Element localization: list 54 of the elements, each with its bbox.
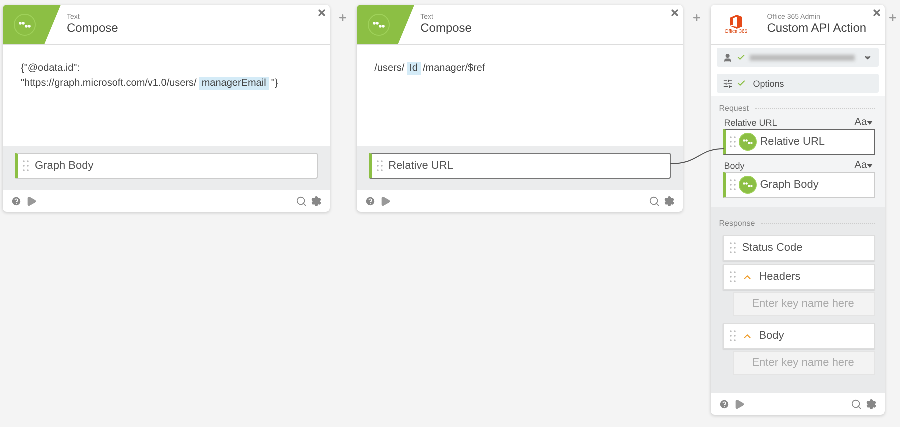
drag-handle-icon[interactable] bbox=[730, 242, 736, 254]
search-icon[interactable] bbox=[649, 196, 660, 206]
compose-text: {"@odata.id": "https://graph.microsoft.com/v1.0/users/ managerEmail "} bbox=[21, 62, 280, 91]
caret-icon bbox=[867, 120, 874, 124]
key-name-field[interactable]: Enter key name here bbox=[733, 292, 876, 316]
search-icon[interactable] bbox=[296, 196, 307, 206]
drag-handle-icon[interactable] bbox=[730, 330, 736, 342]
drag-handle-icon[interactable] bbox=[23, 160, 29, 172]
card-title: Compose bbox=[67, 21, 118, 35]
output-field[interactable]: Relative URL bbox=[368, 153, 672, 179]
account-selector[interactable] bbox=[717, 48, 880, 67]
field-label: Body bbox=[724, 160, 745, 170]
help-icon[interactable] bbox=[719, 398, 730, 410]
caret-icon bbox=[867, 164, 874, 168]
card-title: Custom API Action bbox=[767, 21, 867, 35]
response-item[interactable]: Status Code bbox=[723, 235, 876, 261]
help-icon[interactable] bbox=[364, 196, 376, 206]
card-title: Compose bbox=[420, 21, 472, 35]
office-logo-icon bbox=[730, 14, 742, 28]
help-icon[interactable] bbox=[11, 196, 22, 206]
drag-handle-icon[interactable] bbox=[376, 160, 383, 172]
play-icon[interactable] bbox=[26, 196, 37, 206]
field-label: Relative URL bbox=[724, 118, 778, 128]
add-step-icon[interactable] bbox=[338, 13, 348, 23]
play-icon[interactable] bbox=[734, 398, 746, 410]
section-heading: Response bbox=[719, 219, 756, 228]
close-icon[interactable] bbox=[316, 8, 327, 18]
response-item[interactable]: Headers bbox=[723, 264, 876, 290]
format-toggle[interactable]: Aa bbox=[854, 117, 874, 128]
drag-handle-icon[interactable] bbox=[730, 136, 736, 148]
format-toggle[interactable]: Aa bbox=[854, 160, 874, 171]
add-step-icon[interactable] bbox=[692, 13, 702, 23]
parameter-field[interactable]: Relative URL bbox=[723, 129, 876, 155]
user-icon bbox=[723, 52, 733, 62]
drag-handle-icon[interactable] bbox=[730, 271, 736, 283]
add-step-icon[interactable] bbox=[888, 13, 898, 23]
close-icon[interactable] bbox=[670, 8, 680, 18]
section-heading: Request bbox=[719, 104, 750, 113]
compose-text: /users/ Id /manager/$ref bbox=[374, 61, 486, 76]
response-item[interactable]: Body bbox=[723, 323, 876, 349]
connector-line bbox=[670, 148, 724, 164]
output-field[interactable]: Graph Body bbox=[15, 153, 318, 179]
sliders-icon bbox=[723, 78, 734, 88]
settings-icon[interactable] bbox=[310, 196, 322, 206]
parameter-field[interactable]: Graph Body bbox=[723, 172, 876, 198]
settings-icon[interactable] bbox=[866, 398, 878, 410]
key-name-field[interactable]: Enter key name here bbox=[733, 351, 876, 375]
options-row[interactable]: Options bbox=[717, 74, 880, 93]
play-icon[interactable] bbox=[380, 196, 391, 206]
options-label: Options bbox=[753, 78, 784, 88]
close-icon[interactable] bbox=[872, 8, 882, 18]
settings-icon[interactable] bbox=[664, 196, 676, 206]
search-icon[interactable] bbox=[851, 398, 862, 410]
drag-handle-icon[interactable] bbox=[730, 179, 736, 191]
